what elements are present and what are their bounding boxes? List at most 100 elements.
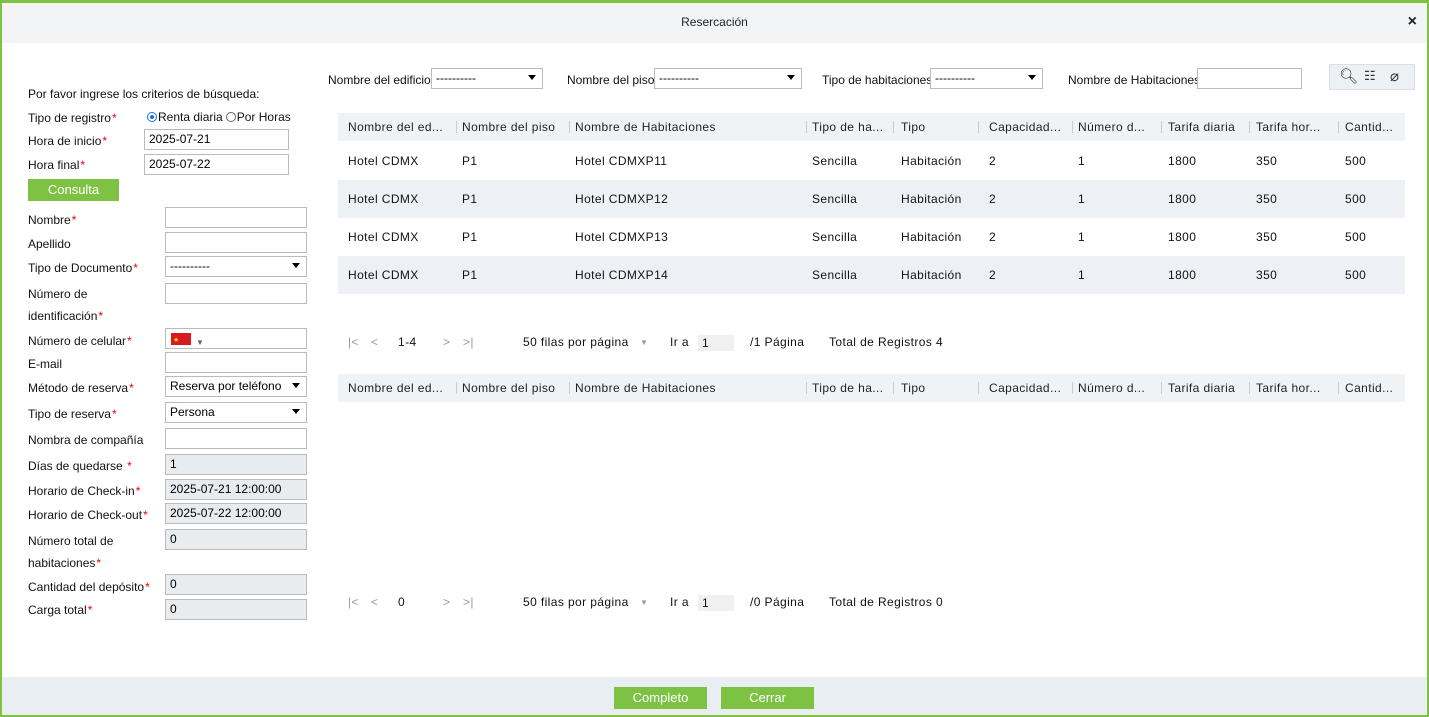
pager-last-icon[interactable]: >| — [463, 335, 474, 349]
table-cell: 2 — [989, 230, 997, 244]
room-table-header-col-9[interactable]: Cantid... — [1345, 113, 1393, 141]
id-number-input[interactable] — [165, 283, 307, 304]
table-cell: 1800 — [1168, 268, 1197, 282]
column-divider[interactable] — [1161, 121, 1162, 133]
column-divider[interactable] — [893, 382, 894, 394]
selected-table-header-col-2[interactable]: Nombre de Habitaciones — [575, 374, 716, 402]
caret-down-icon[interactable]: ▼ — [640, 598, 648, 607]
dialog-titlebar: Resercación × — [2, 3, 1427, 43]
table-cell: P1 — [462, 154, 478, 168]
booking-method-select[interactable]: Reserva por teléfono — [165, 376, 307, 397]
pager-next-icon[interactable]: > — [443, 335, 450, 349]
column-divider[interactable] — [1072, 121, 1073, 133]
table-row[interactable]: Hotel CDMX P1 Hotel CDMXP11 Sencilla Habitac… — [338, 142, 1405, 180]
selected-table-header-col-5[interactable]: Capacidad... — [989, 374, 1061, 402]
last-name-label: Apellido — [28, 237, 71, 251]
rows-per-page-select[interactable]: 50 filas por página — [523, 595, 629, 609]
close-icon[interactable]: × — [1408, 13, 1417, 31]
company-name-input[interactable] — [165, 428, 307, 449]
building-filter-select[interactable]: ---------- — [431, 68, 543, 89]
column-divider[interactable] — [806, 121, 807, 133]
table-cell: 1800 — [1168, 230, 1197, 244]
radio-hourly-icon[interactable] — [225, 112, 236, 122]
room-table-header-col-3[interactable]: Tipo de ha... — [812, 113, 883, 141]
eraser-icon[interactable]: ⌀ — [1390, 67, 1399, 85]
selected-table-header-col-6[interactable]: Número d... — [1078, 374, 1145, 402]
caret-down-icon[interactable]: ▼ — [196, 333, 204, 348]
pager-prev-icon[interactable]: < — [371, 335, 378, 349]
column-divider[interactable] — [569, 121, 570, 133]
pager-prev-icon[interactable]: < — [371, 595, 378, 609]
column-divider[interactable] — [1338, 121, 1339, 133]
goto-page-input[interactable]: 1 — [698, 335, 734, 351]
table-cell: P1 — [462, 268, 478, 282]
selected-table-header-col-9[interactable]: Cantid... — [1345, 374, 1393, 402]
selected-table-header-col-3[interactable]: Tipo de ha... — [812, 374, 883, 402]
column-divider[interactable] — [456, 121, 457, 133]
column-divider[interactable] — [1072, 382, 1073, 394]
rows-per-page-select[interactable]: 50 filas por página — [523, 335, 629, 349]
close-button[interactable]: Cerrar — [721, 687, 814, 709]
selected-table-header-col-8[interactable]: Tarifa hor... — [1256, 374, 1321, 402]
doc-type-select[interactable]: ---------- — [165, 256, 307, 277]
cell-number-input[interactable]: ▼ — [165, 328, 307, 349]
last-name-input[interactable] — [165, 232, 307, 253]
floor-filter-select[interactable]: ---------- — [654, 68, 802, 89]
table-cell: 350 — [1256, 230, 1278, 244]
china-flag-icon[interactable] — [171, 331, 191, 348]
first-name-input[interactable] — [165, 207, 307, 228]
booking-method-label: Método de reserva* — [28, 381, 134, 395]
table-cell: 2 — [989, 268, 997, 282]
caret-down-icon[interactable]: ▼ — [640, 338, 648, 347]
column-divider[interactable] — [1249, 121, 1250, 133]
table-row[interactable]: Hotel CDMX P1 Hotel CDMXP13 Sencilla Habitac… — [338, 218, 1405, 256]
pager-first-icon[interactable]: |< — [348, 595, 359, 609]
column-divider[interactable] — [1161, 382, 1162, 394]
column-divider[interactable] — [1249, 382, 1250, 394]
room-table-header-col-5[interactable]: Capacidad... — [989, 113, 1061, 141]
query-button[interactable]: Consulta — [28, 179, 119, 201]
table-row[interactable]: Hotel CDMX P1 Hotel CDMXP12 Sencilla Habitac… — [338, 180, 1405, 218]
column-divider[interactable] — [978, 382, 979, 394]
room-table-header-col-0[interactable]: Nombre del ed... — [348, 113, 443, 141]
column-divider[interactable] — [978, 121, 979, 133]
table-row[interactable]: Hotel CDMX P1 Hotel CDMXP14 Sencilla Habitac… — [338, 256, 1405, 294]
selected-table-header-col-7[interactable]: Tarifa diaria — [1168, 374, 1235, 402]
room-table-header-col-8[interactable]: Tarifa hor... — [1256, 113, 1321, 141]
room-table-header-col-4[interactable]: Tipo — [901, 113, 926, 141]
room-table-header-col-1[interactable]: Nombre del piso — [462, 113, 555, 141]
column-divider[interactable] — [806, 382, 807, 394]
table-cell: Hotel CDMX — [348, 192, 419, 206]
search-icon[interactable]: 🔍︎ — [1339, 67, 1358, 85]
column-divider[interactable] — [569, 382, 570, 394]
booking-type-label: Tipo de reserva* — [28, 407, 117, 421]
table-cell: P1 — [462, 192, 478, 206]
pager-first-icon[interactable]: |< — [348, 335, 359, 349]
clear-filter-icon[interactable]: ☷ — [1364, 68, 1376, 84]
radio-daily-icon[interactable] — [147, 112, 157, 122]
column-divider[interactable] — [1338, 382, 1339, 394]
room-table-header-col-7[interactable]: Tarifa diaria — [1168, 113, 1235, 141]
complete-button[interactable]: Completo — [614, 687, 707, 709]
pager-next-icon[interactable]: > — [443, 595, 450, 609]
table-cell: 500 — [1345, 268, 1367, 282]
goto-page-input[interactable]: 1 — [698, 595, 734, 611]
pager-last-icon[interactable]: >| — [463, 595, 474, 609]
column-divider[interactable] — [893, 121, 894, 133]
selected-table-header-col-4[interactable]: Tipo — [901, 374, 926, 402]
end-time-input[interactable]: 2025-07-22 — [144, 154, 289, 175]
selected-table-header-col-0[interactable]: Nombre del ed... — [348, 374, 443, 402]
table-cell: Hotel CDMX — [348, 154, 419, 168]
email-input[interactable] — [165, 352, 307, 373]
radio-daily[interactable]: Renta diaria — [147, 110, 223, 124]
start-time-input[interactable]: 2025-07-21 — [144, 129, 289, 150]
radio-hourly[interactable]: Por Horas — [225, 110, 291, 124]
room-table-header-col-6[interactable]: Número d... — [1078, 113, 1145, 141]
room-table-header-col-2[interactable]: Nombre de Habitaciones — [575, 113, 716, 141]
room-name-filter-input[interactable] — [1197, 68, 1302, 89]
table-cell: Sencilla — [812, 268, 858, 282]
booking-type-select[interactable]: Persona — [165, 402, 307, 423]
column-divider[interactable] — [456, 382, 457, 394]
selected-table-header-col-1[interactable]: Nombre del piso — [462, 374, 555, 402]
room-type-filter-select[interactable]: ---------- — [930, 68, 1043, 89]
